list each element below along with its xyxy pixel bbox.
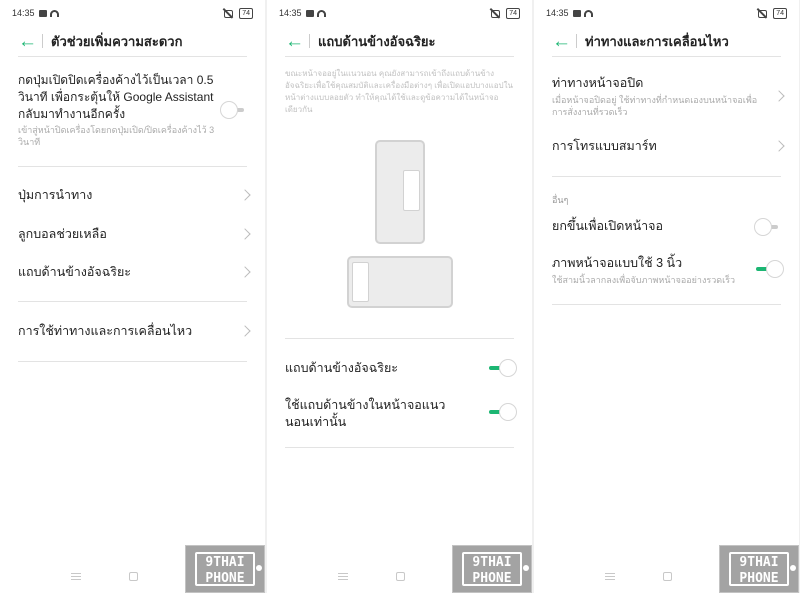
header: ← ท่าทางและการเคลื่อนไหว [534, 26, 799, 56]
chevron-right-icon [239, 266, 251, 278]
vibrate-off-icon [223, 8, 234, 18]
smart-call-label[interactable]: การโทรแบบสมาร์ท [552, 138, 769, 155]
toggle-knob [766, 260, 784, 278]
toggle-knob [220, 101, 238, 119]
watermark-text: PHONE [472, 571, 512, 586]
battery-icon: 74 [239, 7, 253, 19]
wifi-icon [316, 9, 326, 17]
three-finger-screenshot-subtext: ใช้สามนิ้วลากลงเพื่อจับภาพหน้าจออย่างรวด… [552, 275, 736, 285]
status-bar: 14:35 74 [279, 6, 520, 20]
watermark-text: 9THAI [739, 555, 779, 570]
section-header-others: อื่นๆ [552, 195, 569, 205]
watermark-dot [256, 565, 262, 571]
header: ← แถบด้านข้างอัจฉริยะ [267, 26, 532, 56]
gestures-screen: 14:35 74 ← ท่าทางและการเคลื่อนไหว ท่าทาง… [534, 0, 799, 593]
toggle-knob [499, 359, 517, 377]
divider [285, 447, 514, 448]
divider [552, 56, 781, 57]
menu-icon[interactable] [338, 573, 348, 580]
smart-sidebar-description: ขณะหน้าจออยู่ในแนวนอน คุณยังสามารถเข้าถึ… [285, 69, 513, 114]
divider [285, 338, 514, 339]
status-time: 14:35 [279, 8, 302, 18]
smart-sidebar-toggle-label: แถบด้านข้างอัจฉริยะ [285, 361, 399, 375]
watermark-text: PHONE [739, 571, 779, 586]
sidebar-item-navigation-buttons[interactable]: ปุ่มการนำทาง [18, 187, 235, 204]
watermark-logo: 9THAI PHONE [185, 545, 265, 593]
divider [18, 361, 247, 362]
watermark-text: 9THAI [205, 555, 245, 570]
divider [18, 166, 247, 167]
chevron-right-icon [239, 189, 251, 201]
home-icon[interactable] [663, 572, 672, 581]
battery-icon: 74 [773, 7, 787, 19]
divider [285, 56, 514, 57]
toggle-knob [754, 218, 772, 236]
screen-off-gestures-label[interactable]: ท่าทางหน้าจอปิด [552, 75, 769, 92]
divider [42, 34, 43, 48]
back-arrow-icon[interactable]: ← [552, 32, 574, 51]
divider [18, 56, 247, 57]
smart-sidebar-toggle[interactable] [487, 359, 517, 377]
notification-icon [38, 9, 47, 17]
watermark-text: 9THAI [472, 555, 512, 570]
power-button-assistant-subtext: เข้าสู่หน้าปิดเครื่องโดยกดปุ่มเปิด/ปิดเค… [18, 125, 215, 147]
watermark-dot [523, 565, 529, 571]
battery-icon: 74 [506, 7, 520, 19]
toggle-knob [499, 403, 517, 421]
chevron-right-icon [239, 228, 251, 240]
status-bar: 14:35 74 [546, 6, 787, 20]
three-finger-screenshot-toggle[interactable] [754, 260, 784, 278]
page-title: ตัวช่วยเพิ่มความสะดวก [51, 33, 183, 49]
home-icon[interactable] [129, 572, 138, 581]
back-arrow-icon[interactable]: ← [18, 32, 40, 51]
home-icon[interactable] [396, 572, 405, 581]
accessibility-screen: 14:35 74 ← ตัวช่วยเพิ่มความสะดวก กดปุ่มเ… [0, 0, 265, 593]
watermark-text: PHONE [205, 571, 245, 586]
menu-icon[interactable] [71, 573, 81, 580]
notification-icon [572, 9, 581, 17]
landscape-phone-illustration [347, 256, 453, 308]
chevron-right-icon [773, 90, 785, 102]
watermark-logo: 9THAI PHONE [719, 545, 799, 593]
sidebar-item-assistive-ball[interactable]: ลูกบอลช่วยเหลือ [18, 226, 235, 243]
power-button-assistant-text: กดปุ่มเปิดปิดเครื่องค้างไว้เป็นเวลา 0.5 … [18, 73, 214, 121]
sidebar-item-smart-sidebar[interactable]: แถบด้านข้างอัจฉริยะ [18, 264, 235, 281]
wifi-icon [583, 9, 593, 17]
sidebar-item-gestures[interactable]: การใช้ท่าทางและการเคลื่อนไหว [18, 323, 235, 340]
divider [309, 34, 310, 48]
chevron-right-icon [239, 325, 251, 337]
divider [552, 304, 781, 305]
power-button-assistant-toggle[interactable] [220, 101, 250, 119]
chevron-right-icon [773, 140, 785, 152]
header: ← ตัวช่วยเพิ่มความสะดวก [0, 26, 265, 56]
page-title: แถบด้านข้างอัจฉริยะ [318, 33, 436, 49]
vibrate-off-icon [757, 8, 768, 18]
three-finger-screenshot-label: ภาพหน้าจอแบบใช้ 3 นิ้ว [552, 256, 683, 270]
raise-to-wake-label: ยกขึ้นเพื่อเปิดหน้าจอ [552, 219, 663, 233]
vibrate-off-icon [490, 8, 501, 18]
divider [576, 34, 577, 48]
page-title: ท่าทางและการเคลื่อนไหว [585, 33, 729, 49]
sidebar-illustration [403, 170, 420, 211]
divider [18, 301, 247, 302]
notification-icon [305, 9, 314, 17]
sidebar-illustration [352, 262, 369, 302]
back-arrow-icon[interactable]: ← [285, 32, 307, 51]
portrait-phone-illustration [375, 140, 425, 244]
landscape-only-toggle-label: ใช้แถบด้านข้างในหน้าจอแนวนอนเท่านั้น [285, 398, 446, 429]
watermark-logo: 9THAI PHONE [452, 545, 532, 593]
status-bar: 14:35 74 [12, 6, 253, 20]
status-time: 14:35 [12, 8, 35, 18]
screen-off-gestures-subtext: เมื่อหน้าจอปิดอยู่ ใช้ท่าทางที่กำหนดเองบ… [552, 95, 758, 117]
watermark-dot [790, 565, 796, 571]
divider [552, 176, 781, 177]
raise-to-wake-toggle[interactable] [754, 218, 784, 236]
menu-icon[interactable] [605, 573, 615, 580]
status-time: 14:35 [546, 8, 569, 18]
landscape-only-toggle[interactable] [487, 403, 517, 421]
smart-sidebar-screen: 14:35 74 ← แถบด้านข้างอัจฉริยะ ขณะหน้าจอ… [267, 0, 532, 593]
wifi-icon [49, 9, 59, 17]
